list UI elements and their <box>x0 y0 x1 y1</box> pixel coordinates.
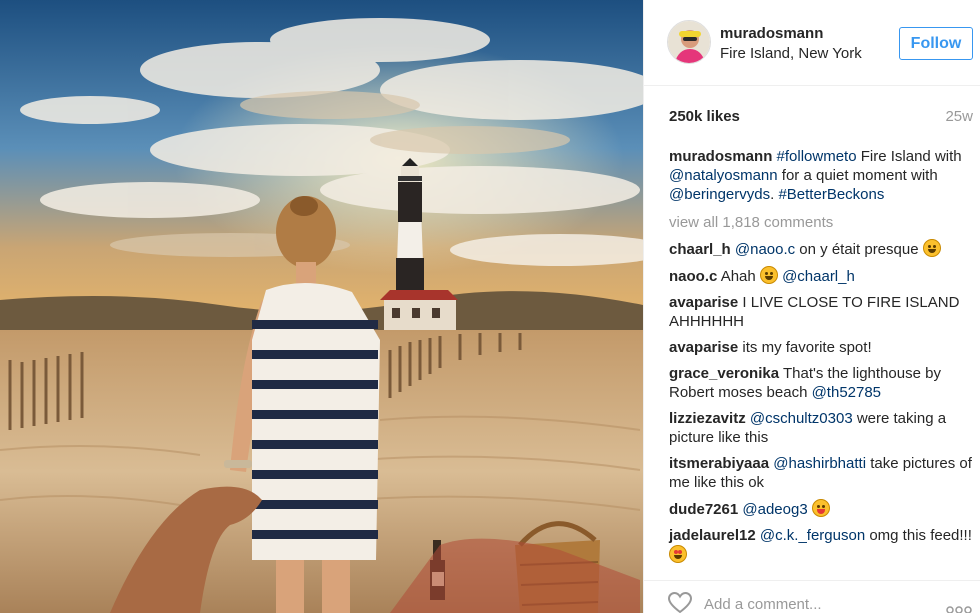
comment-mention[interactable]: @naoo.c <box>735 241 795 258</box>
comment: jadelaurel12 @c.k._ferguson omg this fee… <box>669 526 973 565</box>
comment: avaparise its my favorite spot! <box>669 338 973 357</box>
comment-username[interactable]: itsmerabiyaaa <box>669 455 769 472</box>
comment-username[interactable]: avaparise <box>669 339 738 356</box>
comment: avaparise I LIVE CLOSE TO FIRE ISLAND AH… <box>669 293 973 331</box>
hashtag-betterbeckons[interactable]: #BetterBeckons <box>778 186 884 203</box>
hashtag-followmeto[interactable]: #followmeto <box>777 148 857 165</box>
comment-text: its my favorite spot! <box>742 339 872 356</box>
post-location[interactable]: Fire Island, New York <box>720 45 862 62</box>
caption-text: for a quiet moment with <box>777 167 938 184</box>
grinning-face-icon <box>759 266 778 284</box>
comment-mention[interactable]: @c.k._ferguson <box>760 527 865 544</box>
photo-illustration <box>0 0 643 613</box>
comment-username[interactable]: avaparise <box>669 294 738 311</box>
post-header: muradosmann Fire Island, New York Follow <box>644 0 980 86</box>
comment-mention[interactable]: @chaarl_h <box>782 268 855 285</box>
comment-username[interactable]: chaarl_h <box>669 241 731 258</box>
comment: lizziezavitz @cschultz0303 were taking a… <box>669 409 973 447</box>
winking-tongue-face-icon <box>811 499 830 517</box>
add-comment-input[interactable] <box>704 594 924 613</box>
comment-username[interactable]: dude7261 <box>669 501 738 518</box>
more-dots-icon[interactable] <box>946 601 972 613</box>
post-photo[interactable] <box>0 0 643 613</box>
comment: itsmerabiyaaa @hashirbhatti take picture… <box>669 454 973 492</box>
comment-username[interactable]: naoo.c <box>669 268 717 285</box>
laughing-face-icon <box>922 239 941 257</box>
comment-bar <box>644 580 980 613</box>
post-age[interactable]: 25w <box>945 108 973 125</box>
post-caption: muradosmann #followmeto Fire Island with… <box>669 147 973 204</box>
comment: naoo.c Ahah @chaarl_h <box>669 266 973 286</box>
mention-natalyosmann[interactable]: @natalyosmann <box>669 167 778 184</box>
comment-text: Ahah <box>720 268 760 285</box>
comment: grace_veronika That's the lighthouse by … <box>669 364 973 402</box>
comment-text: on y était presque <box>795 241 923 258</box>
view-all-comments-link[interactable]: view all 1,818 comments <box>669 213 973 232</box>
avatar[interactable] <box>667 20 711 64</box>
follow-button[interactable]: Follow <box>899 27 973 60</box>
comment-mention[interactable]: @hashirbhatti <box>773 455 866 472</box>
comment-mention[interactable]: @th52785 <box>812 384 881 401</box>
comment-mention[interactable]: @adeog3 <box>742 501 807 518</box>
heart-eyes-face-icon <box>669 545 687 563</box>
comment-username[interactable]: jadelaurel12 <box>669 527 756 544</box>
comment-username[interactable]: grace_veronika <box>669 365 779 382</box>
avatar-image <box>668 21 710 63</box>
post-username[interactable]: muradosmann <box>720 25 823 42</box>
caption-username[interactable]: muradosmann <box>669 148 772 165</box>
comment-username[interactable]: lizziezavitz <box>669 410 746 427</box>
caption-text: Fire Island with <box>856 148 962 165</box>
comments-section: muradosmann #followmeto Fire Island with… <box>669 147 973 572</box>
post-sidebar: muradosmann Fire Island, New York Follow… <box>643 0 980 613</box>
heart-outline-icon[interactable] <box>667 591 693 613</box>
comment-text: omg this feed!!! <box>865 527 972 544</box>
comment: chaarl_h @naoo.c on y était presque <box>669 239 973 259</box>
comment: dude7261 @adeog3 <box>669 499 973 519</box>
likes-count[interactable]: 250k likes <box>669 108 740 125</box>
comment-mention[interactable]: @cschultz0303 <box>750 410 853 427</box>
post-stats: 250k likes 25w <box>644 86 980 141</box>
mention-beringervyds[interactable]: @beringervyds <box>669 186 770 203</box>
